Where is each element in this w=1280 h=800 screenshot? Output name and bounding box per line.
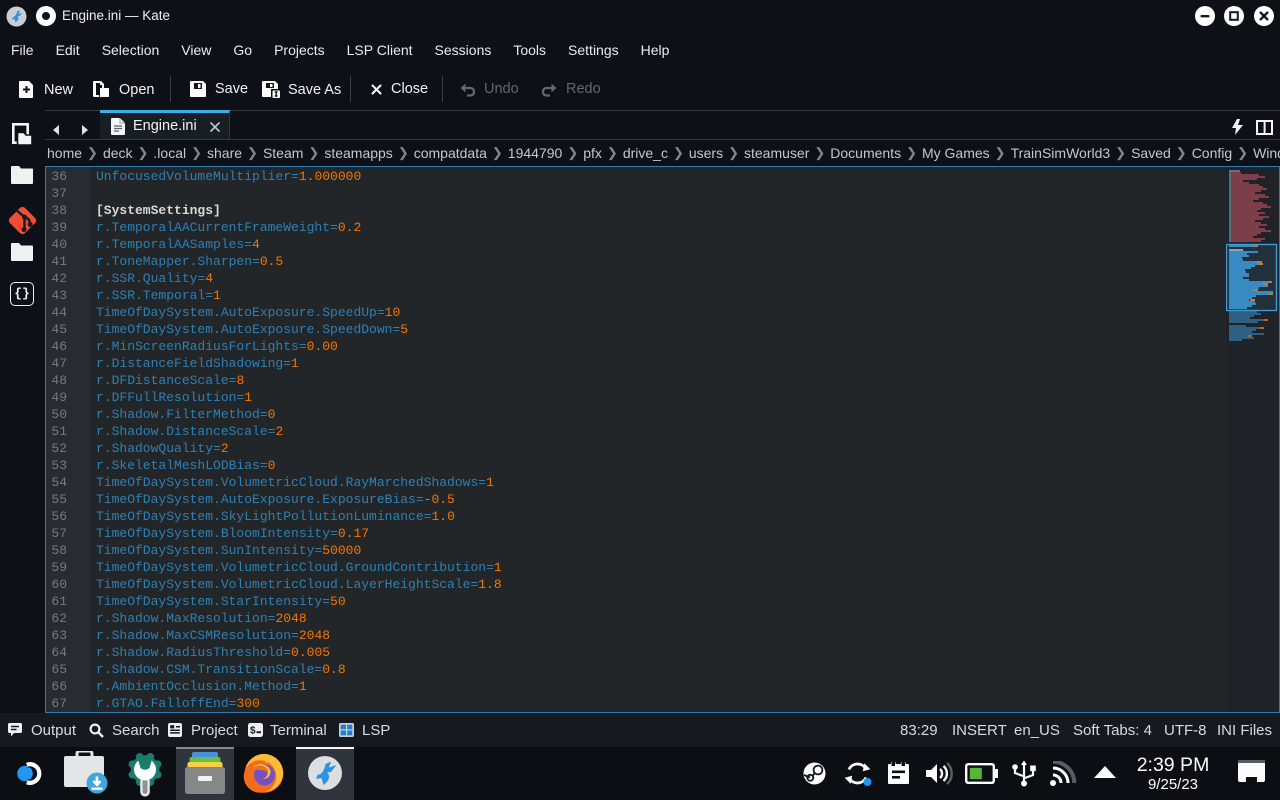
svg-text:$: $ [250,726,256,737]
